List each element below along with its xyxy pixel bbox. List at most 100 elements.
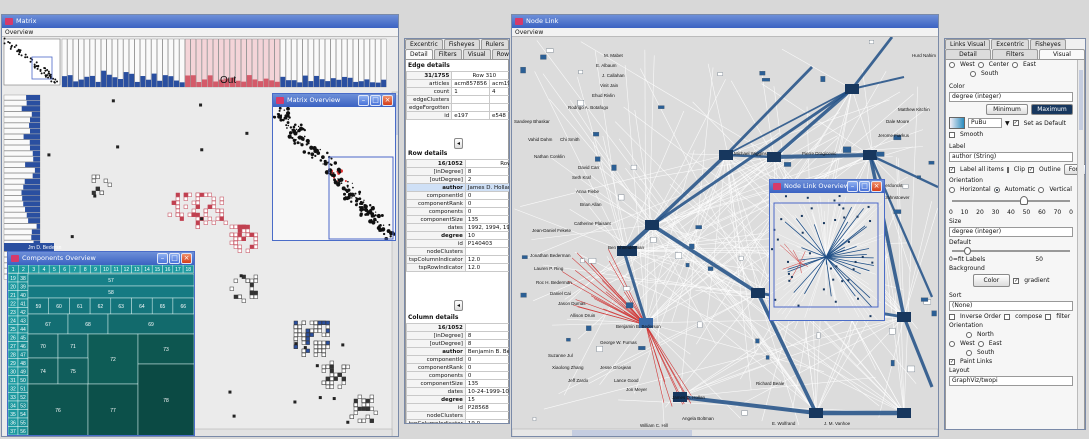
- property-row[interactable]: authorBenjamin B. Bederso: [406, 347, 509, 356]
- tab-filters[interactable]: Filters: [992, 49, 1038, 59]
- sort-field[interactable]: (None): [949, 301, 1073, 311]
- tab-visual[interactable]: Visual: [1039, 49, 1085, 59]
- property-row[interactable]: componentId 0: [406, 191, 509, 200]
- maximize-button[interactable]: □: [370, 95, 381, 106]
- property-row[interactable]: degree 10: [406, 231, 509, 240]
- radio-horizontal[interactable]: [949, 186, 955, 193]
- nodelink-overview-canvas[interactable]: [770, 193, 884, 321]
- size-field[interactable]: degree (integer): [949, 227, 1073, 237]
- palette-select[interactable]: PuBu: [968, 118, 1002, 128]
- paint-links-checkbox[interactable]: ✓: [949, 358, 955, 365]
- radio-south2[interactable]: [966, 349, 972, 356]
- smooth-checkbox[interactable]: [949, 131, 955, 138]
- property-row[interactable]: [outDegree] 8: [406, 339, 509, 348]
- nodelink-titlebar[interactable]: Node Link: [512, 15, 938, 28]
- radio-automatic[interactable]: [993, 186, 1000, 193]
- tab-fisheyes[interactable]: Fisheyes: [1030, 39, 1066, 49]
- property-row[interactable]: componentSize 135: [406, 379, 509, 388]
- layout-field[interactable]: GraphViz/twopi: [949, 376, 1073, 386]
- close-button[interactable]: ×: [181, 253, 192, 264]
- close-button[interactable]: ×: [871, 181, 882, 192]
- background-color-button[interactable]: Color: [972, 274, 1011, 287]
- radio-south[interactable]: [970, 70, 976, 77]
- property-row[interactable]: author James D. Hollan: [406, 183, 509, 192]
- color-field[interactable]: degree (integer): [949, 92, 1073, 102]
- tab-links-visual[interactable]: Links Visual: [945, 39, 991, 49]
- tab-rulers[interactable]: Rulers: [480, 39, 509, 49]
- label-size-slider[interactable]: [952, 196, 1070, 206]
- tab-visual[interactable]: Visual: [462, 49, 491, 59]
- property-row[interactable]: components 0: [406, 371, 509, 380]
- property-row[interactable]: [outDegree] 2: [406, 175, 509, 184]
- minimize-button[interactable]: –: [847, 181, 858, 192]
- matrix-titlebar[interactable]: Matrix: [2, 15, 398, 28]
- menu-overview[interactable]: Overview: [5, 29, 33, 36]
- gradient-checkbox[interactable]: ✓: [1013, 277, 1020, 284]
- matrix-overview-titlebar[interactable]: Matrix Overview – □ ×: [273, 94, 395, 107]
- matrix-overview-canvas[interactable]: [273, 107, 395, 241]
- radio-west[interactable]: [949, 61, 955, 68]
- size-slider[interactable]: [952, 247, 1070, 255]
- nodelink-overview-titlebar[interactable]: Node Link Overview – □ ×: [770, 180, 884, 193]
- property-row[interactable]: id P140403: [406, 239, 509, 248]
- compose-checkbox[interactable]: [1004, 313, 1011, 320]
- property-row[interactable]: id P28568: [406, 403, 509, 412]
- property-row[interactable]: edgeForgotten: [405, 103, 509, 112]
- property-row[interactable]: count 1 4: [405, 87, 509, 96]
- property-row[interactable]: components 0: [406, 207, 509, 216]
- filter-checkbox[interactable]: [1045, 313, 1052, 320]
- property-row[interactable]: nodeClusters: [406, 411, 509, 420]
- minimize-button[interactable]: –: [358, 95, 369, 106]
- tab-detail[interactable]: Detail: [405, 49, 433, 59]
- maximize-button[interactable]: □: [169, 253, 180, 264]
- menu-overview[interactable]: Overview: [515, 29, 543, 36]
- row-scroll-left[interactable]: ◂: [454, 300, 464, 311]
- property-row[interactable]: componentSize 135: [406, 215, 509, 224]
- maximize-button[interactable]: □: [859, 181, 870, 192]
- tab-fisheyes[interactable]: Fisheyes: [443, 39, 480, 49]
- radio-east[interactable]: [1011, 61, 1018, 68]
- property-row[interactable]: id e197 e548: [405, 111, 509, 120]
- property-row[interactable]: edgeClusters: [405, 95, 509, 104]
- minimize-button[interactable]: –: [157, 253, 168, 264]
- tab-row-visual[interactable]: Row Vi: [491, 49, 509, 59]
- settings-scrollbar[interactable]: [1077, 60, 1084, 429]
- label-field[interactable]: author (String): [949, 152, 1073, 162]
- radio-center[interactable]: [977, 61, 984, 68]
- property-row[interactable]: tspColumnIndicator 12.0: [406, 255, 509, 264]
- tab-excentric[interactable]: Excentric: [991, 39, 1030, 49]
- maximum-button[interactable]: Maximum: [1031, 104, 1073, 115]
- slider-thumb[interactable]: [964, 247, 971, 255]
- property-row[interactable]: componentRank 0: [406, 199, 509, 208]
- property-row[interactable]: [inDegree] 8: [406, 331, 509, 340]
- set-default-checkbox[interactable]: ✓: [1012, 120, 1019, 126]
- radio-vertical[interactable]: [1038, 186, 1045, 193]
- property-row[interactable]: articlesacm857856acm192: [405, 79, 509, 88]
- property-row[interactable]: dates10-24-1999-10-29-1: [406, 387, 509, 396]
- property-row[interactable]: [inDegree] 8: [406, 167, 509, 176]
- minimum-button[interactable]: Minimum: [986, 104, 1028, 115]
- tab-filters[interactable]: Filters: [433, 49, 462, 59]
- slider-thumb[interactable]: [1020, 196, 1028, 205]
- property-row[interactable]: degree 15: [406, 395, 509, 404]
- components-treemap[interactable]: 1 2 3 4 5 6 7 8 9 10 11 12 13 14 15 16 17 181920212223242…: [8, 265, 194, 436]
- close-button[interactable]: ×: [382, 95, 393, 106]
- property-row[interactable]: componentId 0: [406, 355, 509, 364]
- inverse-order-checkbox[interactable]: [949, 313, 955, 320]
- property-row[interactable]: tspColumnIndicator 19.0: [406, 419, 509, 423]
- palette-dropdown-icon[interactable]: ▼: [1005, 120, 1010, 127]
- tab-excentric[interactable]: Excentric: [405, 39, 443, 49]
- property-row[interactable]: componentRank 0: [406, 363, 509, 372]
- radio-north[interactable]: [966, 331, 972, 338]
- radio-west2[interactable]: [949, 340, 955, 347]
- label-all-checkbox[interactable]: ✓: [949, 166, 955, 173]
- tab-detail[interactable]: Detail: [945, 49, 991, 59]
- edge-scroll-left[interactable]: ◂: [454, 138, 464, 149]
- property-row[interactable]: tspRowIndicator 12.0: [406, 263, 509, 272]
- property-row[interactable]: nodeClusters: [406, 247, 509, 256]
- property-row[interactable]: dates1992, 1994, 1995, 1: [406, 223, 509, 232]
- outline-checkbox[interactable]: ✓: [1028, 166, 1035, 173]
- clip-checkbox[interactable]: [1006, 166, 1009, 173]
- radio-east2[interactable]: [977, 340, 984, 347]
- components-overview-titlebar[interactable]: Components Overview – □ ×: [8, 252, 194, 265]
